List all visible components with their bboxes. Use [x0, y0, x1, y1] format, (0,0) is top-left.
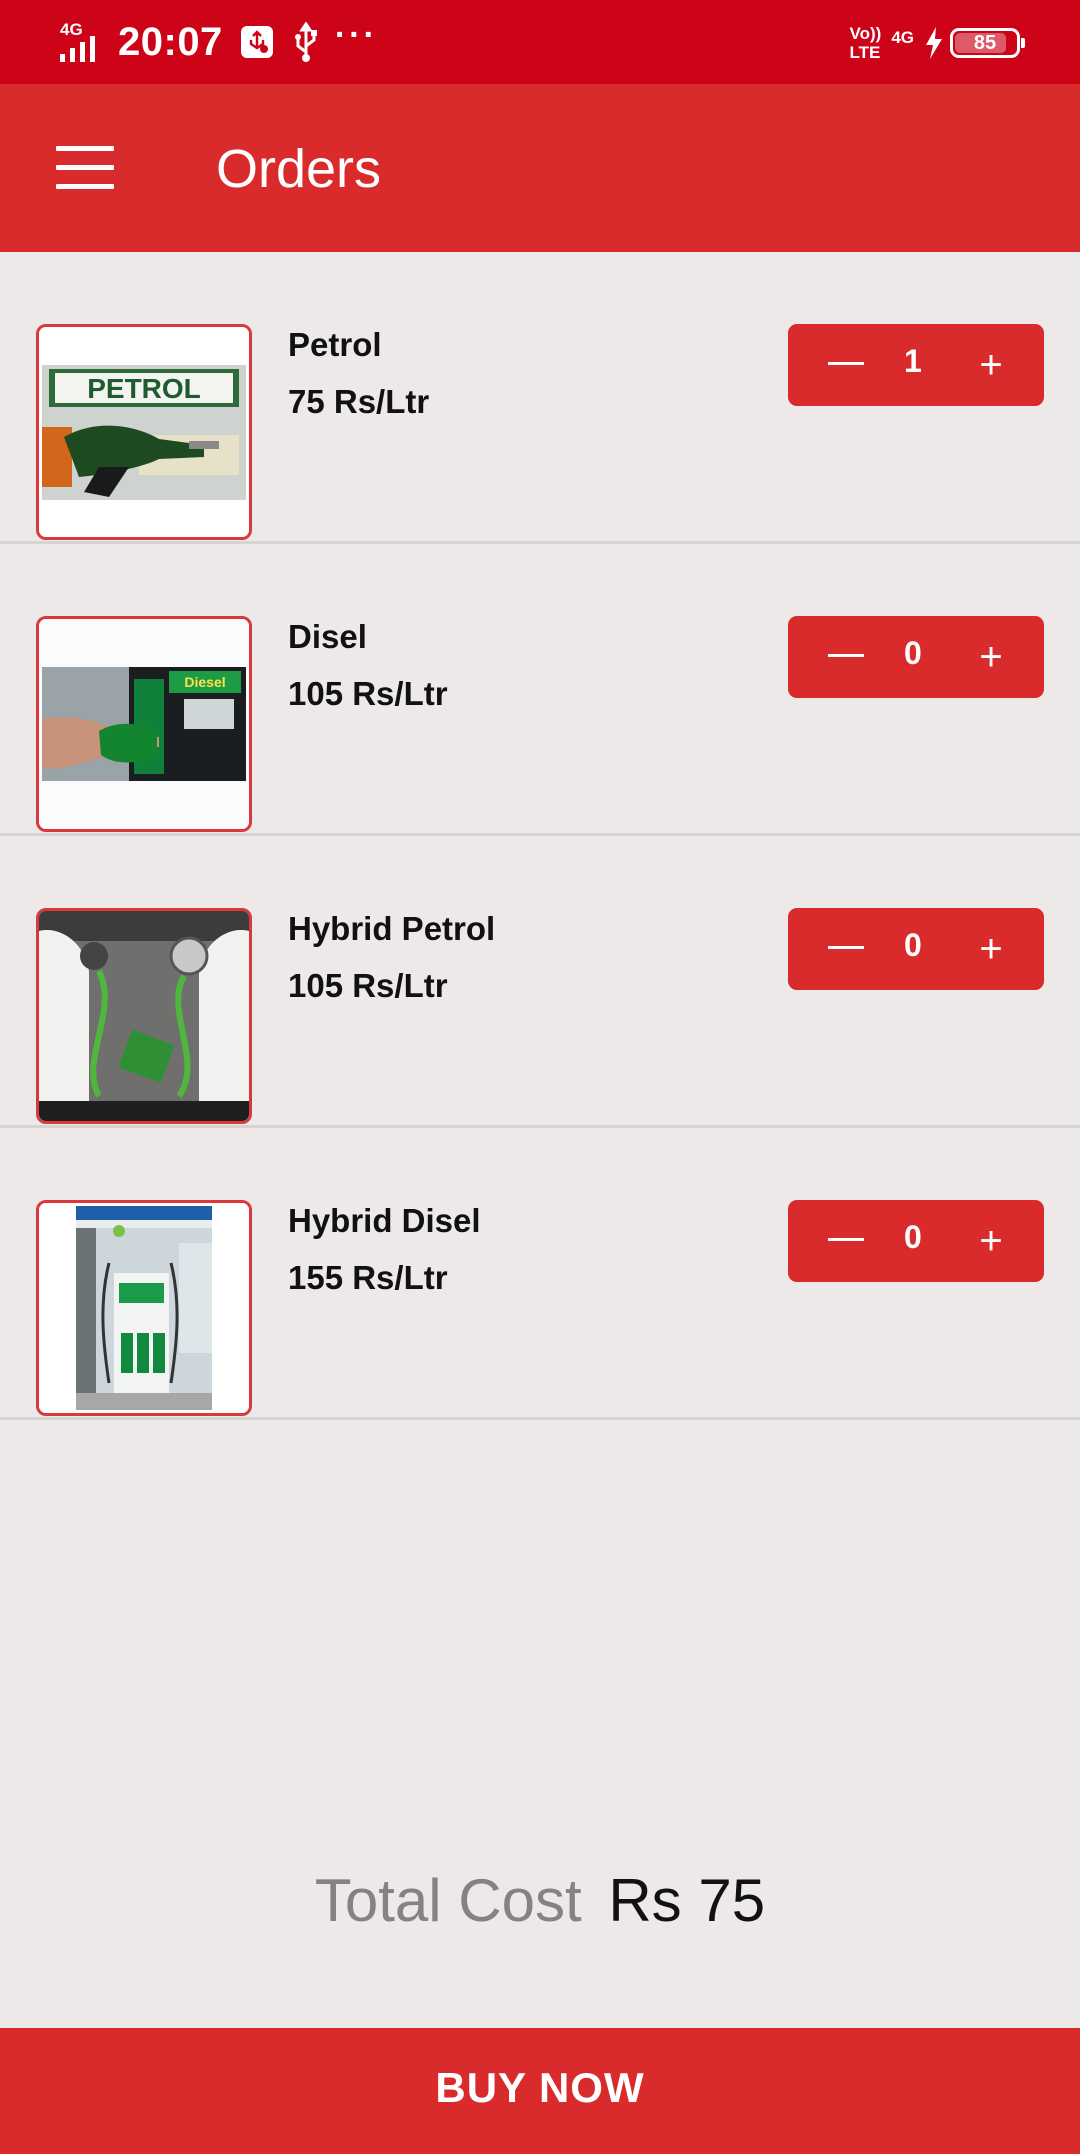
total-label: Total Cost: [314, 1867, 582, 1934]
decrement-button[interactable]: [788, 324, 904, 406]
increment-button[interactable]: +: [938, 927, 1044, 972]
diesel-nozzle-image: Diesel: [36, 616, 252, 832]
item-price: 105 Rs/Ltr: [288, 675, 448, 712]
more-notifications-icon: ···: [334, 15, 378, 54]
list-item: Diesel Disel 105 Rs/Ltr 0 +: [0, 544, 1080, 836]
item-name: Hybrid Petrol: [288, 910, 496, 947]
item-price: 75 Rs/Ltr: [288, 383, 430, 420]
item-price: 155 Rs/Ltr: [288, 1259, 448, 1296]
decrement-button[interactable]: [788, 616, 904, 698]
item-name: Petrol: [288, 326, 382, 363]
total-cost: Total Cost Rs 75: [0, 1866, 1080, 1935]
increment-button[interactable]: +: [938, 343, 1044, 388]
status-bar: 4G 20:07 ··· Vo)) LTE 4G 85: [0, 0, 1080, 84]
battery-icon: 85: [950, 28, 1025, 58]
item-price: 105 Rs/Ltr: [288, 967, 448, 1004]
charging-icon: [926, 27, 942, 59]
quantity-stepper: 0 +: [788, 616, 1044, 698]
item-name: Disel: [288, 618, 367, 655]
item-name: Hybrid Disel: [288, 1202, 481, 1239]
quantity-stepper: 0 +: [788, 1200, 1044, 1282]
total-value: Rs 75: [608, 1867, 766, 1934]
fuel-pump-station-image: [36, 1200, 252, 1416]
battery-level: 85: [973, 31, 997, 54]
page-title: Orders: [216, 139, 382, 199]
svg-text:PETROL: PETROL: [87, 373, 201, 404]
status-time: 20:07: [118, 19, 223, 64]
list-item: Hybrid Disel 155 Rs/Ltr 0 +: [0, 1128, 1080, 1420]
hamburger-menu-icon[interactable]: [56, 146, 114, 190]
decrement-button[interactable]: [788, 1200, 904, 1282]
usb-debug-icon: [240, 26, 273, 58]
list-item: Hybrid Petrol 105 Rs/Ltr 0 +: [0, 836, 1080, 1128]
quantity-stepper: 1 +: [788, 324, 1044, 406]
usb-icon: [294, 22, 317, 62]
petrol-nozzle-image: PETROL: [36, 324, 252, 540]
status-left: 4G 20:07 ···: [58, 15, 378, 66]
order-list: PETROL Petrol 75 Rs/Ltr 1 + Diesel Disel…: [0, 252, 1080, 1420]
list-item: PETROL Petrol 75 Rs/Ltr 1 +: [0, 252, 1080, 544]
increment-button[interactable]: +: [938, 635, 1044, 680]
increment-button[interactable]: +: [938, 1219, 1044, 1264]
buy-now-button[interactable]: BUY NOW: [0, 2028, 1080, 2154]
app-bar: Orders: [0, 84, 1080, 252]
svg-text:Diesel: Diesel: [184, 674, 225, 690]
volte-icon: Vo)) LTE: [849, 24, 882, 62]
status-right: Vo)) LTE 4G 85: [849, 18, 1025, 68]
data-type: 4G: [891, 27, 914, 47]
ev-charging-image: [36, 908, 252, 1124]
decrement-button[interactable]: [788, 908, 904, 990]
signal-icon: 4G: [58, 18, 114, 66]
quantity-stepper: 0 +: [788, 908, 1044, 990]
